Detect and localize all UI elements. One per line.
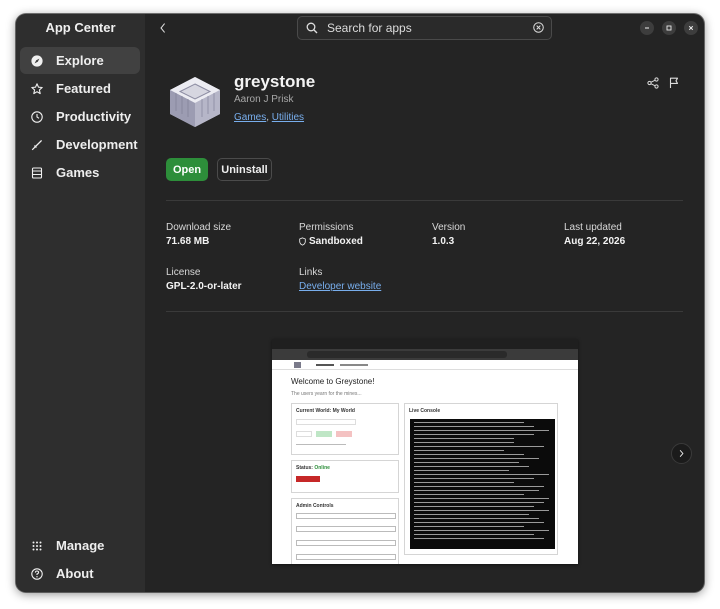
info-label: Links [299,267,323,278]
app-developer: Aaron J Prisk [234,94,294,105]
sidebar-item-development[interactable]: Development [20,131,140,158]
permissions-info: Permissions Sandboxed [299,222,363,247]
category-link-utilities[interactable]: Utilities [272,112,304,123]
wrench-icon [31,139,43,151]
preview-heading: Welcome to Greystone! [291,377,375,386]
preview-tab-bar [272,339,578,349]
download-size-info: Download size 71.68 MB [166,222,231,247]
preview-console-output [410,419,555,549]
info-label: Download size [166,222,232,233]
sidebar-item-label: Productivity [56,109,132,124]
search-icon [306,22,318,34]
version-info: Version 1.0.3 [432,222,465,247]
info-label: Version [432,222,466,233]
clear-search-icon[interactable] [533,22,545,34]
search-bar[interactable] [297,16,552,40]
info-value: 1.0.3 [432,236,455,247]
header-bar [145,14,704,42]
open-button[interactable]: Open [166,158,208,181]
uninstall-button[interactable]: Uninstall [217,158,272,181]
sidebar-item-about[interactable]: About [20,560,140,587]
divider [166,200,683,201]
developer-website-link[interactable]: Developer website [299,281,381,292]
info-value: GPL-2.0-or-later [166,281,242,292]
preview-admin-panel: Admin Controls [291,498,399,564]
info-label: Last updated [564,222,622,233]
sidebar-item-manage[interactable]: Manage [20,532,140,559]
close-icon [688,25,694,31]
chevron-right-icon [679,450,684,457]
sidebar-item-featured[interactable]: Featured [20,75,140,102]
info-value: Aug 22, 2026 [564,236,626,247]
gamepad-icon [31,166,43,179]
last-updated-info: Last updated Aug 22, 2026 [564,222,625,247]
divider [166,311,683,312]
flag-icon[interactable] [668,76,680,88]
sidebar-item-games[interactable]: Games [20,159,140,186]
links-info: Links Developer website [299,267,381,292]
search-input[interactable] [327,21,527,35]
help-icon [31,567,43,580]
app-detail-page: greystone Aaron J Prisk Games, Utilities… [145,42,704,592]
info-value: 71.68 MB [166,236,210,247]
preview-status-panel: Status: Online [291,460,399,493]
back-button[interactable] [154,18,172,38]
info-label: License [166,267,201,278]
chevron-left-icon [160,23,166,33]
sidebar-item-label: Games [56,165,100,180]
info-label: Permissions [299,222,354,233]
preview-subheading: The users yearn for the mines... [291,391,362,397]
sidebar: App Center Explore Featured Productivity… [16,14,145,592]
shield-icon [299,237,306,246]
sidebar-item-label: Featured [56,81,111,96]
clock-icon [31,110,43,123]
share-icon[interactable] [647,76,659,89]
maximize-icon [666,25,672,31]
category-link-games[interactable]: Games [234,112,266,123]
sidebar-item-productivity[interactable]: Productivity [20,103,140,130]
app-categories: Games, Utilities [234,112,304,123]
minimize-button[interactable] [640,21,654,35]
close-button[interactable] [684,21,698,35]
sidebar-title: App Center [45,20,116,35]
sidebar-item-label: About [56,566,94,581]
preview-world-panel: Current World: My World [291,403,399,455]
star-icon [31,82,43,95]
grid-icon [31,540,43,552]
carousel-next-button[interactable] [671,443,692,464]
sidebar-item-label: Explore [56,53,104,68]
screenshot-image[interactable]: Welcome to Greystone! The users yearn fo… [272,339,578,564]
preview-nav [272,360,578,370]
maximize-button[interactable] [662,21,676,35]
minimize-icon [645,27,649,29]
app-name: greystone [234,72,316,91]
sidebar-item-explore[interactable]: Explore [20,47,140,74]
sidebar-item-label: Manage [56,538,105,553]
sidebar-item-label: Development [56,137,138,152]
license-info: License GPL-2.0-or-later [166,267,242,292]
app-icon [166,73,224,131]
app-center-window: App Center Explore Featured Productivity… [16,14,704,592]
compass-icon [31,54,43,67]
info-value: Sandboxed [309,236,363,247]
preview-url-bar [272,349,578,360]
